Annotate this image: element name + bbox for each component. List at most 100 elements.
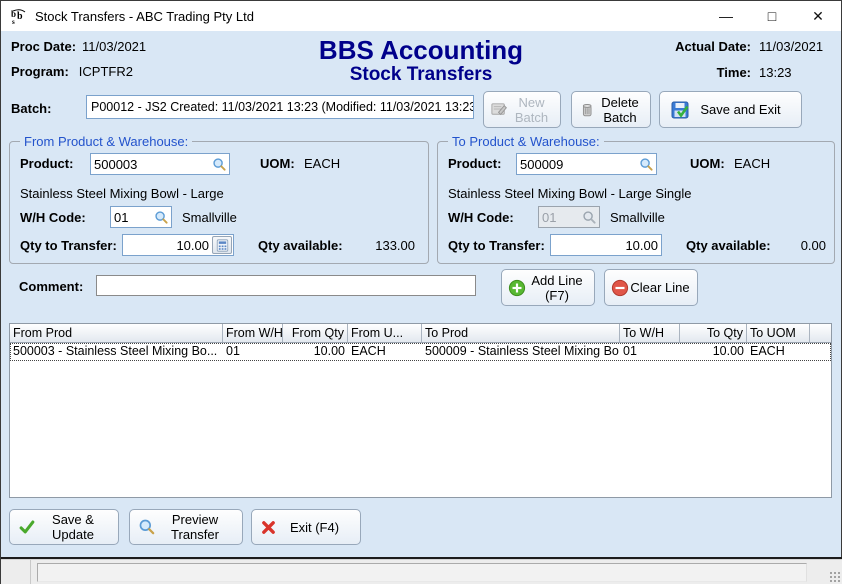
cell-from-uom: EACH [348,343,422,361]
comment-field[interactable] [96,275,476,296]
stock-transfers-window: b b s Stock Transfers - ABC Trading Pty … [0,0,842,584]
time-value: 13:23 [759,65,831,80]
to-product-warehouse-group: To Product & Warehouse: Product: UOM: EA… [437,141,835,264]
delete-batch-icon [578,101,596,119]
svg-text:s: s [12,18,15,25]
preview-transfer-label: Preview Transfer [156,512,234,542]
col-header-from-wh[interactable]: From W/H [223,324,283,342]
save-update-button[interactable]: Save & Update [9,509,119,545]
batch-label: Batch: [11,101,51,116]
save-and-exit-button[interactable]: Save and Exit [659,91,802,128]
preview-transfer-button[interactable]: Preview Transfer [129,509,243,545]
resize-grip[interactable] [829,571,841,583]
to-wh-code-field [538,206,600,228]
clear-line-button[interactable]: Clear Line [604,269,698,306]
exit-x-icon [260,519,277,536]
to-product-field[interactable] [516,153,657,175]
new-batch-button: New Batch [483,91,561,128]
batch-selected-option: P00012 - JS2 Created: 11/03/2021 13:23 (… [91,100,474,114]
titlebar: b b s Stock Transfers - ABC Trading Pty … [1,1,841,31]
from-wh-name: Smallville [182,210,237,225]
table-row[interactable]: 500003 - Stainless Steel Mixing Bo... 01… [10,343,831,361]
cell-from-qty: 10.00 [283,343,348,361]
from-qty-available-label: Qty available: [258,238,343,253]
cell-filler [810,343,831,361]
bbs-app-icon: b b s [10,8,27,25]
from-qty-field[interactable] [122,234,234,256]
col-header-to-wh[interactable]: To W/H [620,324,680,342]
header-right: Actual Date:11/03/2021 Time:13:23 [675,39,831,91]
add-line-button[interactable]: Add Line (F7) [501,269,595,306]
new-batch-icon [490,100,509,119]
from-uom-label: UOM: [260,156,295,171]
batch-dropdown[interactable]: P00012 - JS2 Created: 11/03/2021 13:23 (… [86,95,474,119]
from-qty-available-value: 133.00 [355,238,415,253]
cell-to-uom: EACH [747,343,810,361]
to-wh-name: Smallville [610,210,665,225]
clear-line-minus-icon [611,279,629,297]
col-header-filler [810,324,831,342]
exit-label: Exit (F4) [277,520,352,535]
from-wh-code-input[interactable] [111,207,151,227]
grid-header-row: From Prod From W/H From Qty From U... To… [10,324,831,343]
minimize-button[interactable]: — [703,1,749,31]
from-product-input[interactable] [91,154,209,174]
cell-to-wh: 01 [620,343,680,361]
to-qty-available-label: Qty available: [686,238,771,253]
save-update-check-icon [18,518,36,536]
proc-date-value: 11/03/2021 [82,39,146,54]
col-header-to-prod[interactable]: To Prod [422,324,620,342]
col-header-from-qty[interactable]: From Qty [283,324,348,342]
comment-input[interactable] [97,276,475,295]
program-label: Program: [11,64,69,79]
proc-date-label: Proc Date: [11,39,76,54]
program-value: ICPTFR2 [79,64,133,79]
to-qty-input[interactable] [551,235,661,255]
from-qty-label: Qty to Transfer: [20,238,117,253]
close-button[interactable]: ✕ [795,1,841,31]
from-group-title: From Product & Warehouse: [20,134,192,149]
maximize-button[interactable]: □ [749,1,795,31]
from-wh-code-field[interactable] [110,206,172,228]
to-qty-field[interactable] [550,234,662,256]
to-product-input[interactable] [517,154,636,174]
actual-date-label: Actual Date: [675,39,751,54]
status-bar [1,559,842,584]
svg-text:b: b [17,11,23,22]
header-left: Proc Date: 11/03/2021 Program: ICPTFR2 [11,39,146,89]
to-product-lookup-magnifier-icon[interactable] [636,155,656,173]
to-uom-value: EACH [734,156,770,171]
from-wh-lookup-magnifier-icon[interactable] [151,208,171,226]
to-uom-label: UOM: [690,156,725,171]
actual-date-value: 11/03/2021 [759,39,831,54]
exit-button[interactable]: Exit (F4) [251,509,361,545]
save-and-exit-label: Save and Exit [690,102,791,117]
col-header-to-qty[interactable]: To Qty [680,324,747,342]
delete-batch-label: Delete Batch [596,95,644,125]
to-group-title: To Product & Warehouse: [448,134,604,149]
from-product-field[interactable] [90,153,230,175]
cell-to-prod: 500009 - Stainless Steel Mixing Bo... [422,343,620,361]
from-product-lookup-magnifier-icon[interactable] [209,155,229,173]
window-title: Stock Transfers - ABC Trading Pty Ltd [35,9,254,24]
to-product-label: Product: [448,156,501,171]
from-wh-code-label: W/H Code: [20,210,86,225]
from-uom-value: EACH [304,156,340,171]
cell-from-wh: 01 [223,343,283,361]
from-product-warehouse-group: From Product & Warehouse: Product: UOM: … [9,141,429,264]
delete-batch-button[interactable]: Delete Batch [571,91,651,128]
to-product-description: Stainless Steel Mixing Bowl - Large Sing… [448,186,692,201]
form-area: Proc Date:11/03/2021 Program:ICPTFR2 BBS… [1,31,841,557]
new-batch-label: New Batch [509,95,554,125]
save-and-exit-icon [670,100,690,120]
to-qty-label: Qty to Transfer: [448,238,545,253]
from-qty-calculator-icon[interactable] [212,236,232,254]
from-product-label: Product: [20,156,73,171]
col-header-from-uom[interactable]: From U... [348,324,422,342]
from-qty-input[interactable] [123,235,212,255]
clear-line-label: Clear Line [629,280,691,295]
transfer-lines-grid: From Prod From W/H From Qty From U... To… [9,323,832,498]
status-bar-message-panel [37,563,807,582]
col-header-from-prod[interactable]: From Prod [10,324,223,342]
col-header-to-uom[interactable]: To UOM [747,324,810,342]
